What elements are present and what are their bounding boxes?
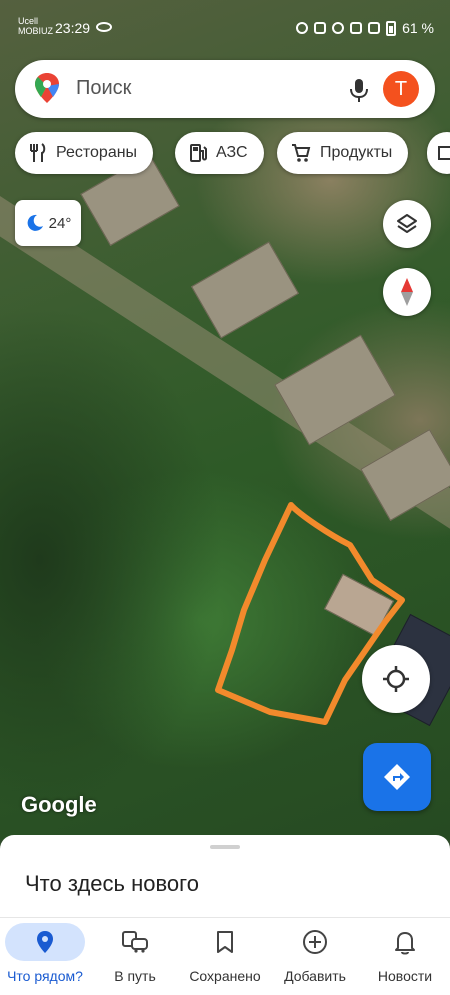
chip-groceries[interactable]: Продукты (277, 132, 409, 174)
temperature: 24° (48, 214, 72, 232)
bell-icon (395, 932, 415, 955)
bottom-sheet[interactable]: Что здесь нового (0, 835, 450, 920)
maps-pin-logo-icon (35, 73, 59, 103)
store-icon (438, 146, 450, 160)
cart-icon (292, 144, 311, 162)
search-input[interactable]: Поиск (76, 77, 131, 100)
my-location-button[interactable] (362, 645, 430, 713)
status-bar: Ucell MOBIUZ 23:29 61 % (0, 0, 450, 42)
chip-restaurants[interactable]: Рестораны (15, 132, 154, 174)
carrier-line-1: Ucell (18, 16, 39, 26)
nav-icon-container (5, 923, 85, 961)
location-icon (332, 22, 345, 34)
compass-button[interactable] (383, 268, 431, 316)
bluetooth-icon (314, 22, 327, 34)
google-attribution: Google (21, 792, 97, 817)
nav-label: В путь (114, 968, 156, 984)
battery-percent: 61 % (402, 20, 434, 36)
location-pin-icon (37, 931, 53, 953)
gas-station-icon (190, 144, 207, 162)
layers-icon (397, 214, 417, 233)
directions-button[interactable] (363, 743, 431, 811)
nav-icon-container (275, 923, 355, 961)
nav-commute[interactable]: В путь (90, 918, 180, 995)
eye-icon (96, 22, 112, 32)
nav-label: Добавить (284, 968, 346, 984)
sheet-handle[interactable] (210, 845, 240, 849)
crosshair-icon (383, 666, 409, 692)
bottom-navigation: Что рядом? В путь Сохранено Добавить Нов… (0, 917, 450, 995)
search-bar[interactable]: Поиск T (15, 60, 435, 118)
nav-icon-container (365, 923, 445, 961)
nav-icon-container (95, 923, 175, 961)
sheet-title: Что здесь нового (25, 871, 199, 896)
nav-icon-container (185, 923, 265, 961)
microphone-icon[interactable] (345, 76, 373, 104)
compass-icon (401, 278, 413, 306)
chip-label: АЗС (216, 144, 248, 161)
add-circle-icon (303, 930, 327, 954)
fork-knife-icon (30, 143, 46, 162)
alarm-icon (296, 22, 309, 34)
chip-gas-stations[interactable]: АЗС (175, 132, 264, 174)
commute-icon (122, 931, 148, 953)
layers-button[interactable] (383, 200, 431, 248)
battery-icon (386, 20, 397, 36)
nav-label: Сохранено (189, 968, 261, 984)
carrier-label: Ucell MOBIUZ (18, 16, 53, 36)
satellite-map[interactable] (0, 0, 450, 840)
nav-updates[interactable]: Новости (360, 918, 450, 995)
bookmark-icon (217, 931, 233, 953)
nav-contribute[interactable]: Добавить (270, 918, 360, 995)
nav-label: Что рядом? (7, 968, 83, 984)
account-avatar[interactable]: T (383, 71, 419, 107)
signal-icon (368, 22, 381, 34)
status-time: 23:29 (55, 20, 91, 36)
chip-label: Рестораны (56, 144, 138, 161)
weather-badge[interactable]: 24° (15, 200, 81, 246)
chip-label: Продукты (320, 144, 393, 161)
moon-cloud-icon (27, 214, 43, 231)
nav-label: Новости (377, 968, 433, 984)
drawn-outline (215, 502, 405, 725)
directions-icon (384, 764, 410, 790)
wifi-icon (350, 22, 363, 34)
nav-explore[interactable]: Что рядом? (0, 918, 90, 995)
status-icons: 61 % (296, 20, 434, 36)
nav-saved[interactable]: Сохранено (180, 918, 270, 995)
carrier-line-2: MOBIUZ (18, 26, 53, 36)
